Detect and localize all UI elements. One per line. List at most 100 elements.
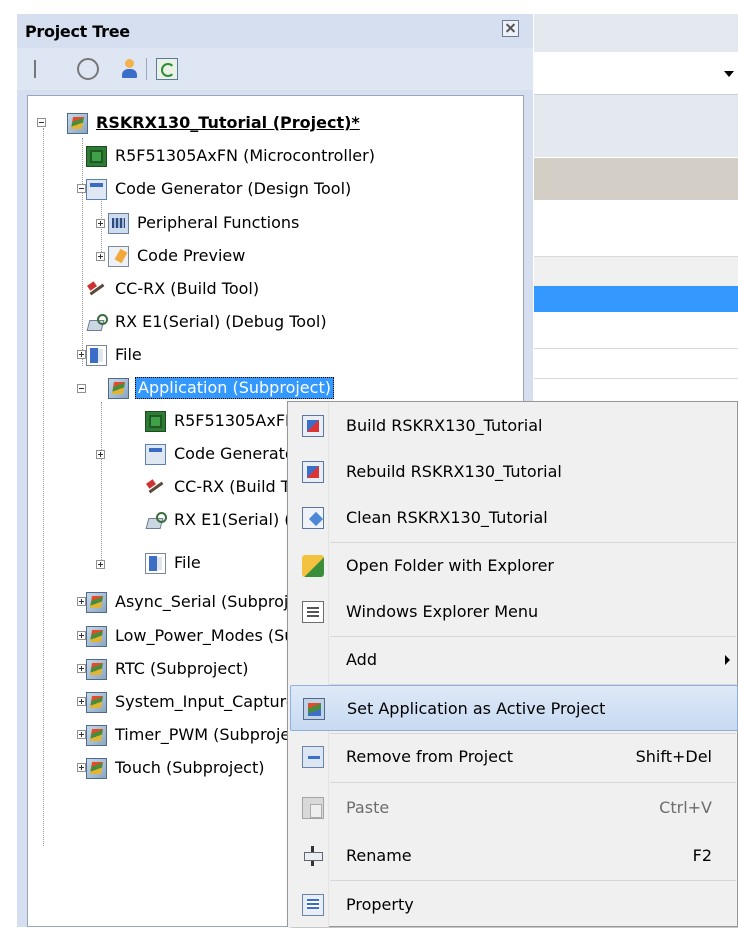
menu-item-label: Paste: [346, 798, 390, 817]
sort-icon[interactable]: [27, 58, 49, 80]
microcontroller-icon: [145, 410, 166, 432]
editor-list-header: [534, 256, 738, 287]
tree-item-project[interactable]: RSKRX130_Tutorial (Project)*: [67, 108, 362, 138]
tree-item-label: RTC (Subproject): [115, 659, 249, 678]
tree-item-file[interactable]: File: [86, 340, 144, 370]
subproject-icon: [86, 625, 107, 647]
menu-item-label: Add: [346, 650, 377, 669]
debug-tool-icon: [86, 312, 108, 333]
tree-expand-toggle[interactable]: [77, 763, 86, 772]
tree-item-code-preview[interactable]: Code Preview: [108, 241, 247, 271]
submenu-arrow-icon: [725, 655, 730, 665]
tree-collapse-toggle[interactable]: [77, 384, 86, 393]
menu-item-clean[interactable]: Clean RSKRX130_Tutorial: [290, 495, 738, 541]
menu-item-build[interactable]: Build RSKRX130_Tutorial: [290, 403, 738, 449]
active-project-icon: [303, 698, 325, 720]
tree-expand-toggle[interactable]: [77, 631, 86, 640]
subproject-icon: [86, 658, 107, 680]
file-icon: [145, 552, 166, 574]
tree-item-peripheral-functions[interactable]: Peripheral Functions: [108, 208, 301, 238]
remove-icon: [302, 746, 324, 768]
toolbar-separator: [146, 58, 147, 80]
tree-expand-toggle[interactable]: [96, 450, 105, 459]
explorer-menu-icon: [302, 601, 324, 623]
menu-item-label: Property: [346, 895, 414, 914]
menu-item-paste[interactable]: Paste Ctrl+V: [290, 785, 738, 831]
menu-item-add[interactable]: Add: [290, 637, 738, 683]
project-icon: [67, 112, 88, 134]
build-tool-icon: [86, 279, 107, 300]
editor-list-rows: [534, 312, 738, 412]
editor-gap-area: [534, 95, 738, 157]
editor-toolbar-strip: [534, 158, 738, 201]
tree-expand-toggle[interactable]: [77, 664, 86, 673]
menu-item-windows-explorer-menu[interactable]: Windows Explorer Menu: [290, 589, 738, 635]
tree-expand-toggle[interactable]: [77, 697, 86, 706]
menu-item-shortcut: Ctrl+V: [659, 798, 712, 817]
tree-item-label: Code Preview: [137, 246, 246, 265]
tree-item-label: Code Generator (Design Tool): [115, 179, 352, 198]
tree-expand-toggle[interactable]: [77, 730, 86, 739]
menu-item-label: Rename: [346, 846, 412, 865]
user-icon[interactable]: [119, 58, 141, 80]
tree-item-build-tool[interactable]: CC-RX (Build Tool): [86, 274, 261, 304]
editor-combo-box[interactable]: [534, 52, 738, 95]
menu-item-shortcut: Shift+Del: [635, 747, 712, 766]
tree-item-label: Timer_PWM (Subproject): [115, 725, 312, 744]
tree-item-application-subproject[interactable]: Application (Subproject): [108, 373, 334, 403]
tree-line: [43, 128, 44, 846]
tree-item-microcontroller[interactable]: R5F51305AxFN (Microcontroller): [86, 141, 377, 171]
tree-expand-toggle[interactable]: [77, 597, 86, 606]
menu-separator: [330, 880, 736, 881]
tree-item-label: Application (Subproject): [135, 377, 334, 399]
combo-dropdown-arrow-icon[interactable]: [724, 71, 734, 77]
build-tool-icon: [145, 477, 166, 498]
clock-icon[interactable]: [77, 58, 99, 80]
tree-item-label: RX E1(Serial) (Debug Tool): [115, 312, 327, 331]
tree-item-label: Touch (Subproject): [115, 758, 265, 777]
subproject-icon: [86, 691, 107, 713]
tree-item-label: File: [115, 345, 142, 364]
tree-item-label: CC-RX (Build Tool): [115, 279, 260, 298]
editor-row-divider: [534, 348, 738, 349]
editor-blank-area: [534, 200, 738, 256]
rebuild-icon: [302, 461, 324, 483]
tree-expand-toggle[interactable]: [96, 219, 105, 228]
paste-icon: [302, 797, 324, 819]
subproject-icon: [86, 591, 107, 613]
tree-line: [101, 402, 102, 562]
refresh-icon[interactable]: [156, 58, 178, 80]
property-icon: [302, 894, 324, 916]
tree-collapse-toggle[interactable]: [37, 118, 46, 127]
menu-item-remove[interactable]: Remove from Project Shift+Del: [290, 734, 738, 780]
menu-item-label: Open Folder with Explorer: [346, 556, 554, 575]
menu-separator: [330, 782, 736, 783]
editor-selected-row[interactable]: [534, 286, 738, 312]
subproject-icon: [86, 757, 107, 779]
tree-expand-toggle[interactable]: [96, 252, 105, 261]
tree-expand-toggle[interactable]: [96, 560, 105, 569]
tree-item-code-generator[interactable]: Code Generator (Design Tool): [86, 174, 353, 204]
tree-item-label: Peripheral Functions: [137, 213, 300, 232]
menu-item-rebuild[interactable]: Rebuild RSKRX130_Tutorial: [290, 449, 738, 495]
tree-item-file[interactable]: File: [145, 548, 203, 578]
peripheral-functions-icon: [108, 212, 129, 234]
menu-item-open-folder[interactable]: Open Folder with Explorer: [290, 543, 738, 589]
subproject-icon: [86, 724, 107, 746]
menu-item-rename[interactable]: Rename F2: [290, 833, 738, 879]
build-icon: [302, 415, 324, 437]
tree-collapse-toggle[interactable]: [77, 184, 86, 193]
subproject-icon: [108, 377, 129, 399]
tree-item-touch[interactable]: Touch (Subproject): [86, 753, 266, 783]
menu-item-set-active-project[interactable]: Set Application as Active Project: [290, 685, 738, 731]
tree-expand-toggle[interactable]: [77, 350, 86, 359]
panel-title: Project Tree: [25, 22, 130, 41]
tree-line: [101, 198, 102, 258]
close-panel-button[interactable]: [502, 20, 519, 37]
code-preview-icon: [108, 245, 129, 267]
tree-item-debug-tool[interactable]: RX E1(Serial) (Debug Tool): [86, 307, 329, 337]
tree-item-rtc[interactable]: RTC (Subproject): [86, 654, 251, 684]
tree-item-timer-pwm[interactable]: Timer_PWM (Subproject): [86, 720, 314, 750]
tree-item-label: RSKRX130_Tutorial (Project)*: [96, 113, 360, 132]
menu-item-property[interactable]: Property: [290, 882, 738, 928]
